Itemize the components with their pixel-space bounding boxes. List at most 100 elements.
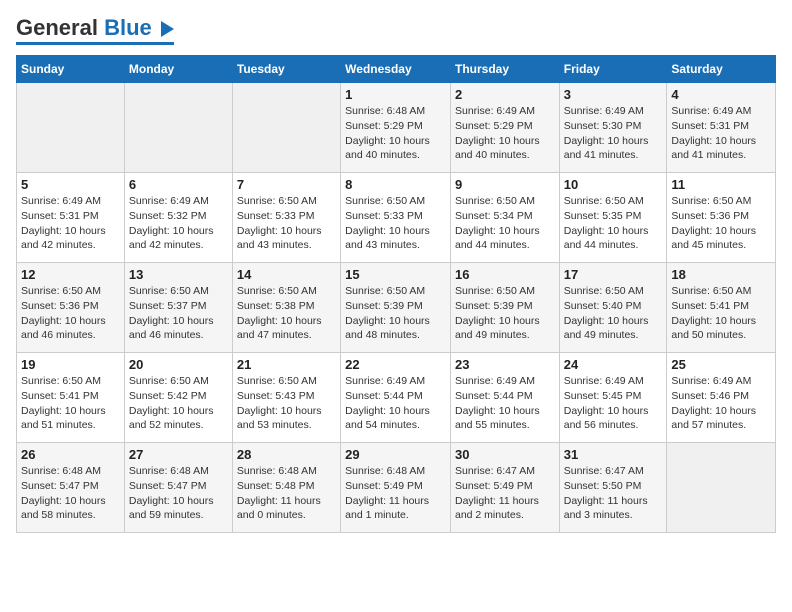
day-number: 14 (237, 267, 336, 282)
page-header: General Blue (16, 16, 776, 45)
day-info: Sunrise: 6:49 AM Sunset: 5:46 PM Dayligh… (671, 374, 771, 433)
day-info: Sunrise: 6:49 AM Sunset: 5:44 PM Dayligh… (345, 374, 446, 433)
calendar-header-row: SundayMondayTuesdayWednesdayThursdayFrid… (17, 56, 776, 83)
day-number: 31 (564, 447, 663, 462)
calendar-cell (17, 83, 125, 173)
calendar-cell: 26 Sunrise: 6:48 AM Sunset: 5:47 PM Dayli… (17, 443, 125, 533)
calendar-cell: 17Sunrise: 6:50 AM Sunset: 5:40 PM Dayli… (559, 263, 667, 353)
day-number: 27 (129, 447, 228, 462)
calendar-cell: 14 Sunrise: 6:50 AM Sunset: 5:38 PM Dayli… (232, 263, 340, 353)
day-number: 29 (345, 447, 446, 462)
day-info: Sunrise: 6:47 AM Sunset: 5:49 PM Dayligh… (455, 464, 555, 523)
logo-general: General (16, 15, 98, 40)
day-number: 20 (129, 357, 228, 372)
calendar-cell: 20 Sunrise: 6:50 AM Sunset: 5:42 PM Dayli… (124, 353, 232, 443)
calendar-cell: 16 Sunrise: 6:50 AM Sunset: 5:39 PM Dayli… (450, 263, 559, 353)
day-number: 4 (671, 87, 771, 102)
column-header-monday: Monday (124, 56, 232, 83)
day-info: Sunrise: 6:50 AM Sunset: 5:33 PM Dayligh… (237, 194, 336, 253)
calendar-cell: 19 Sunrise: 6:50 AM Sunset: 5:41 PM Dayli… (17, 353, 125, 443)
day-info: Sunrise: 6:48 AM Sunset: 5:47 PM Dayligh… (21, 464, 120, 523)
day-number: 9 (455, 177, 555, 192)
day-info: Sunrise: 6:49 AM Sunset: 5:44 PM Dayligh… (455, 374, 555, 433)
calendar-cell (232, 83, 340, 173)
column-header-friday: Friday (559, 56, 667, 83)
day-number: 1 (345, 87, 446, 102)
day-number: 21 (237, 357, 336, 372)
day-info: Sunrise: 6:48 AM Sunset: 5:48 PM Dayligh… (237, 464, 336, 523)
calendar-cell (124, 83, 232, 173)
calendar-cell: 12 Sunrise: 6:50 AM Sunset: 5:36 PM Dayli… (17, 263, 125, 353)
column-header-wednesday: Wednesday (341, 56, 451, 83)
calendar-cell: 3Sunrise: 6:49 AM Sunset: 5:30 PM Daylig… (559, 83, 667, 173)
day-info: Sunrise: 6:50 AM Sunset: 5:39 PM Dayligh… (345, 284, 446, 343)
logo: General Blue (16, 16, 174, 45)
day-info: Sunrise: 6:50 AM Sunset: 5:42 PM Dayligh… (129, 374, 228, 433)
day-info: Sunrise: 6:48 AM Sunset: 5:47 PM Dayligh… (129, 464, 228, 523)
logo-blue: Blue (104, 15, 152, 40)
calendar-cell: 27 Sunrise: 6:48 AM Sunset: 5:47 PM Dayli… (124, 443, 232, 533)
calendar-cell: 7 Sunrise: 6:50 AM Sunset: 5:33 PM Daylig… (232, 173, 340, 263)
column-header-sunday: Sunday (17, 56, 125, 83)
calendar-cell: 23Sunrise: 6:49 AM Sunset: 5:44 PM Dayli… (450, 353, 559, 443)
day-number: 28 (237, 447, 336, 462)
day-number: 16 (455, 267, 555, 282)
calendar-cell: 30 Sunrise: 6:47 AM Sunset: 5:49 PM Dayli… (450, 443, 559, 533)
calendar-cell: 24Sunrise: 6:49 AM Sunset: 5:45 PM Dayli… (559, 353, 667, 443)
day-number: 3 (564, 87, 663, 102)
day-number: 12 (21, 267, 120, 282)
day-info: Sunrise: 6:50 AM Sunset: 5:38 PM Dayligh… (237, 284, 336, 343)
calendar-cell (667, 443, 776, 533)
day-info: Sunrise: 6:50 AM Sunset: 5:40 PM Dayligh… (564, 284, 663, 343)
day-number: 13 (129, 267, 228, 282)
calendar-cell: 25 Sunrise: 6:49 AM Sunset: 5:46 PM Dayli… (667, 353, 776, 443)
column-header-thursday: Thursday (450, 56, 559, 83)
day-number: 8 (345, 177, 446, 192)
day-info: Sunrise: 6:49 AM Sunset: 5:31 PM Dayligh… (671, 104, 771, 163)
calendar-cell: 4 Sunrise: 6:49 AM Sunset: 5:31 PM Daylig… (667, 83, 776, 173)
calendar-cell: 15 Sunrise: 6:50 AM Sunset: 5:39 PM Dayli… (341, 263, 451, 353)
calendar-week-3: 12 Sunrise: 6:50 AM Sunset: 5:36 PM Dayli… (17, 263, 776, 353)
day-number: 5 (21, 177, 120, 192)
day-info: Sunrise: 6:50 AM Sunset: 5:35 PM Dayligh… (564, 194, 663, 253)
calendar-cell: 11 Sunrise: 6:50 AM Sunset: 5:36 PM Dayli… (667, 173, 776, 263)
calendar-cell: 13Sunrise: 6:50 AM Sunset: 5:37 PM Dayli… (124, 263, 232, 353)
calendar-week-5: 26 Sunrise: 6:48 AM Sunset: 5:47 PM Dayli… (17, 443, 776, 533)
day-number: 11 (671, 177, 771, 192)
day-number: 10 (564, 177, 663, 192)
day-number: 30 (455, 447, 555, 462)
day-number: 15 (345, 267, 446, 282)
calendar-cell: 22Sunrise: 6:49 AM Sunset: 5:44 PM Dayli… (341, 353, 451, 443)
logo-underline (16, 42, 174, 45)
day-number: 2 (455, 87, 555, 102)
calendar-cell: 6Sunrise: 6:49 AM Sunset: 5:32 PM Daylig… (124, 173, 232, 263)
calendar-cell: 28 Sunrise: 6:48 AM Sunset: 5:48 PM Dayli… (232, 443, 340, 533)
day-info: Sunrise: 6:50 AM Sunset: 5:39 PM Dayligh… (455, 284, 555, 343)
day-info: Sunrise: 6:48 AM Sunset: 5:29 PM Dayligh… (345, 104, 446, 163)
calendar-week-4: 19 Sunrise: 6:50 AM Sunset: 5:41 PM Dayli… (17, 353, 776, 443)
column-header-saturday: Saturday (667, 56, 776, 83)
day-number: 18 (671, 267, 771, 282)
day-info: Sunrise: 6:50 AM Sunset: 5:41 PM Dayligh… (21, 374, 120, 433)
calendar-cell: 1 Sunrise: 6:48 AM Sunset: 5:29 PM Daylig… (341, 83, 451, 173)
calendar-cell: 31Sunrise: 6:47 AM Sunset: 5:50 PM Dayli… (559, 443, 667, 533)
day-number: 7 (237, 177, 336, 192)
day-info: Sunrise: 6:50 AM Sunset: 5:33 PM Dayligh… (345, 194, 446, 253)
calendar-cell: 21Sunrise: 6:50 AM Sunset: 5:43 PM Dayli… (232, 353, 340, 443)
calendar-cell: 5 Sunrise: 6:49 AM Sunset: 5:31 PM Daylig… (17, 173, 125, 263)
calendar-cell: 29Sunrise: 6:48 AM Sunset: 5:49 PM Dayli… (341, 443, 451, 533)
day-number: 25 (671, 357, 771, 372)
logo-arrow-icon (161, 21, 174, 37)
day-info: Sunrise: 6:49 AM Sunset: 5:32 PM Dayligh… (129, 194, 228, 253)
column-header-tuesday: Tuesday (232, 56, 340, 83)
day-number: 26 (21, 447, 120, 462)
day-info: Sunrise: 6:50 AM Sunset: 5:41 PM Dayligh… (671, 284, 771, 343)
calendar-cell: 18 Sunrise: 6:50 AM Sunset: 5:41 PM Dayli… (667, 263, 776, 353)
calendar-cell: 2 Sunrise: 6:49 AM Sunset: 5:29 PM Daylig… (450, 83, 559, 173)
day-info: Sunrise: 6:50 AM Sunset: 5:36 PM Dayligh… (21, 284, 120, 343)
day-number: 19 (21, 357, 120, 372)
day-info: Sunrise: 6:50 AM Sunset: 5:36 PM Dayligh… (671, 194, 771, 253)
day-info: Sunrise: 6:50 AM Sunset: 5:34 PM Dayligh… (455, 194, 555, 253)
day-info: Sunrise: 6:49 AM Sunset: 5:31 PM Dayligh… (21, 194, 120, 253)
day-info: Sunrise: 6:49 AM Sunset: 5:29 PM Dayligh… (455, 104, 555, 163)
